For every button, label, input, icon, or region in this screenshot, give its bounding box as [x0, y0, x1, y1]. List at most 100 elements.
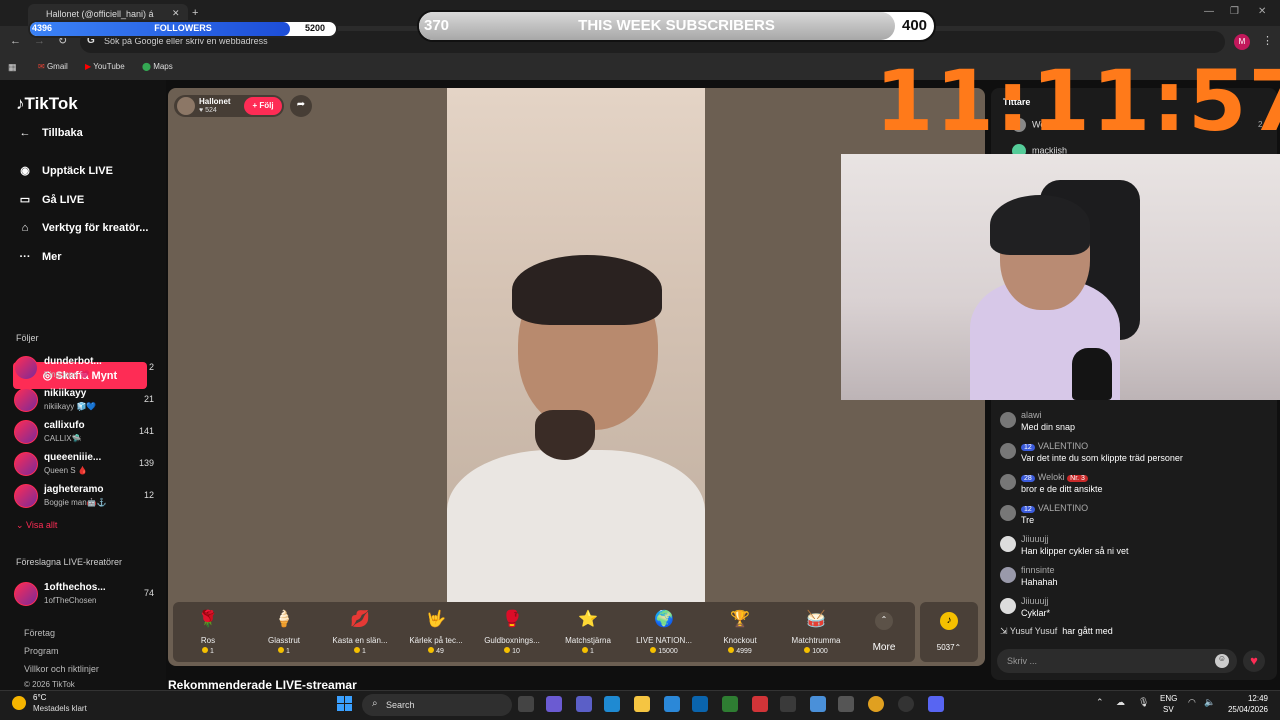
- tab-close-icon[interactable]: ✕: [172, 8, 180, 19]
- following-item[interactable]: dunderbot... Kingopps 💗 2: [14, 354, 154, 382]
- gift-item[interactable]: 🥊 Guldboxnings... 10: [477, 606, 547, 655]
- maximize-icon[interactable]: ❐: [1230, 6, 1239, 17]
- tiktok-sidebar: ♪TikTok ← Tillbaka ◉ Upptäck LIVE ▭ Gå LIVE…: [0, 80, 166, 690]
- security-icon[interactable]: [722, 696, 738, 712]
- bookmark-youtube[interactable]: ▶ YouTube: [85, 62, 125, 71]
- app-icon[interactable]: [838, 696, 854, 712]
- suggested-title: Föreslagna LIVE-kreatörer: [16, 557, 123, 567]
- following-item[interactable]: queeeniiie... Queen S 🩸 139: [14, 450, 154, 478]
- following-item[interactable]: jagheteramo Boggie man🤖⚓ 12: [14, 482, 154, 510]
- share-icon[interactable]: ➦: [290, 95, 312, 117]
- star-icon: ⭐: [578, 611, 598, 628]
- emoji-icon[interactable]: ☺: [1215, 654, 1229, 668]
- m365-icon[interactable]: [752, 696, 768, 712]
- footer-terms[interactable]: Villkor och riktlinjer: [24, 664, 99, 674]
- new-tab-icon[interactable]: +: [192, 7, 198, 19]
- taskbar-search[interactable]: Search: [362, 694, 512, 716]
- clock-date[interactable]: 25/04/2026: [1222, 705, 1268, 714]
- avatar: [1000, 536, 1016, 552]
- gift-item[interactable]: 🌍 LIVE NATION... 15000: [629, 606, 699, 655]
- gift-item[interactable]: 🤟 Kärlek på tec... 49: [401, 606, 471, 655]
- obs-icon[interactable]: [898, 696, 914, 712]
- back-icon[interactable]: ←: [10, 35, 21, 47]
- bookmark-maps[interactable]: ⬤ Maps: [142, 62, 173, 71]
- file-explorer-icon[interactable]: [634, 696, 650, 712]
- love-hand-icon: 🤟: [426, 611, 446, 628]
- gift-item[interactable]: 🌹 Ros 1: [173, 606, 243, 655]
- clock-time[interactable]: 12:49: [1228, 694, 1268, 703]
- gift-item[interactable]: 💋 Kasta en slän... 1: [325, 606, 395, 655]
- app-icon[interactable]: [780, 696, 796, 712]
- nav-creator-tools[interactable]: ⌂ Verktyg för kreatör...: [16, 222, 149, 234]
- avatar: [14, 420, 38, 444]
- following-item[interactable]: nikiikayy nikiikayy 🧊💙 21: [14, 386, 154, 414]
- weather-icon[interactable]: [12, 696, 26, 710]
- windows-start-icon[interactable]: [337, 696, 353, 712]
- like-heart-icon[interactable]: ♥: [1243, 650, 1265, 672]
- streamer-hair: [512, 255, 662, 325]
- teams-icon[interactable]: [576, 696, 592, 712]
- kiss-icon: 💋: [350, 611, 370, 628]
- nav-discover-live[interactable]: ◉ Upptäck LIVE: [16, 164, 113, 177]
- chat-input[interactable]: Skriv ...: [997, 649, 1237, 673]
- input-region[interactable]: SV: [1163, 705, 1174, 714]
- following-item[interactable]: callixufo CALLIX🛸 141: [14, 418, 154, 446]
- volume-icon[interactable]: 🔈: [1204, 697, 1215, 708]
- camera-icon: ▭: [19, 194, 31, 206]
- gift-item[interactable]: 🏆 Knockout 4999: [705, 606, 775, 655]
- search-icon: ⌕: [372, 698, 378, 709]
- nav-more[interactable]: ··· Mer: [16, 251, 62, 263]
- weather-temp[interactable]: 6°C: [33, 693, 46, 702]
- streamer-body: [447, 450, 705, 602]
- join-notification: ⇲ Yusuf Yusuf har gått med: [1000, 626, 1113, 636]
- tiktok-logo[interactable]: ♪TikTok: [16, 94, 78, 114]
- browser-menu-icon[interactable]: ⋮: [1262, 34, 1273, 47]
- close-window-icon[interactable]: ✕: [1258, 6, 1266, 17]
- show-all-link[interactable]: ⌄ Visa allt: [16, 520, 57, 531]
- footer-company[interactable]: Företag: [24, 628, 55, 638]
- footer-copyright: © 2026 TikTok: [24, 680, 75, 689]
- microphone-tray-icon[interactable]: 🎙: [1138, 697, 1149, 708]
- more-gifts-button[interactable]: More: [869, 642, 899, 653]
- weather-desc[interactable]: Mestadels klart: [33, 704, 87, 713]
- task-view-icon[interactable]: [518, 696, 534, 712]
- host-name: Hallonet: [199, 97, 231, 106]
- tiktok-coin-icon: ♪: [940, 612, 958, 630]
- chevron-up-icon[interactable]: ⌃: [875, 612, 893, 630]
- wifi-icon[interactable]: ◠: [1188, 697, 1196, 708]
- level-badge: 12: [1021, 444, 1035, 451]
- tray-chevron-icon[interactable]: ⌃: [1096, 697, 1104, 708]
- copilot-icon[interactable]: [546, 696, 562, 712]
- footer-program[interactable]: Program: [24, 646, 59, 656]
- globe-icon: 🌍: [654, 611, 674, 628]
- avatar: [1000, 598, 1016, 614]
- gift-item[interactable]: 🍦 Glasstrut 1: [249, 606, 319, 655]
- suggested-item[interactable]: 1ofthechos... 1ofTheChosen 74: [14, 580, 154, 608]
- level-badge: 12: [1021, 506, 1035, 513]
- outlook-icon[interactable]: [692, 696, 708, 712]
- profile-avatar[interactable]: M: [1234, 34, 1250, 50]
- level-badge: 28: [1021, 475, 1035, 482]
- edge-icon[interactable]: [604, 696, 620, 712]
- apps-icon[interactable]: ▦: [8, 62, 17, 73]
- minimize-icon[interactable]: —: [1204, 6, 1214, 17]
- host-avatar[interactable]: [177, 97, 195, 115]
- gift-item[interactable]: ⭐ Matchstjärna 1: [553, 606, 623, 655]
- wallet-button[interactable]: [920, 602, 978, 662]
- discord-icon[interactable]: [928, 696, 944, 712]
- onedrive-icon[interactable]: ☁: [1116, 697, 1125, 708]
- avatar: [1000, 474, 1016, 490]
- gift-item[interactable]: 🥁 Matchtrumma 1000: [781, 606, 851, 655]
- followers-goal: 5200: [305, 23, 326, 33]
- back-link[interactable]: ← Tillbaka: [16, 127, 83, 139]
- photos-icon[interactable]: [810, 696, 826, 712]
- rank-badge: Nr. 3: [1067, 475, 1088, 482]
- store-icon[interactable]: [664, 696, 680, 712]
- follow-button[interactable]: + Följ: [244, 97, 282, 115]
- nav-go-live[interactable]: ▭ Gå LIVE: [16, 193, 84, 206]
- bookmark-gmail[interactable]: ✉ Gmail: [38, 62, 68, 71]
- subscribers-goal: 400: [902, 17, 928, 34]
- input-language[interactable]: ENG: [1160, 694, 1177, 703]
- webcam-person-cap: [990, 195, 1090, 255]
- chrome-icon[interactable]: [868, 696, 884, 712]
